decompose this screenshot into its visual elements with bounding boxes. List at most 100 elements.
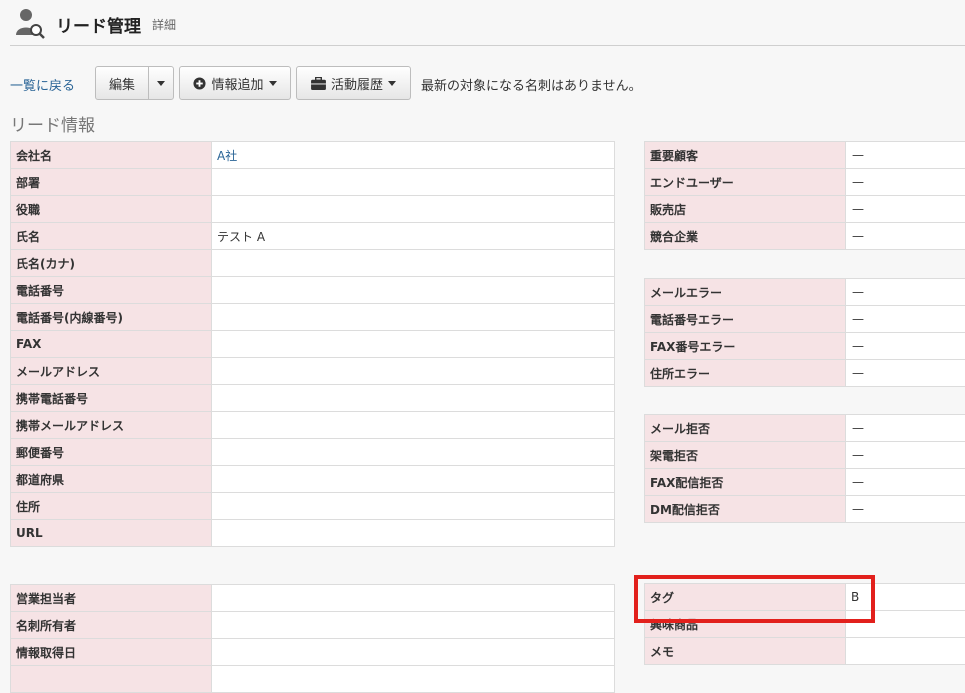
table-row: 架電拒否— — [645, 442, 965, 469]
field-label: 興味商品 — [645, 611, 846, 638]
field-value-link[interactable]: A社 — [212, 142, 615, 169]
field-label: 氏名 — [11, 223, 212, 250]
field-label: 役職 — [11, 196, 212, 223]
field-label: DM配信拒否 — [645, 496, 846, 523]
field-value — [212, 196, 615, 223]
page-header: リード管理 詳細 — [0, 0, 965, 46]
table-row: 興味商品 — [645, 611, 965, 638]
field-value: — — [846, 496, 965, 523]
edit-button[interactable]: 編集 — [95, 66, 149, 100]
table-row: 電話番号 — [11, 277, 615, 304]
table-row: 郵便番号 — [11, 439, 615, 466]
plus-circle-icon — [193, 77, 206, 90]
add-info-button[interactable]: 情報追加 — [179, 66, 291, 100]
field-value — [212, 493, 615, 520]
activity-history-button[interactable]: 活動履歴 — [296, 66, 411, 100]
table-row: 営業担当者 — [11, 585, 615, 612]
field-value — [212, 439, 615, 466]
add-info-label: 情報追加 — [211, 74, 263, 93]
field-label: タグ — [645, 584, 846, 611]
field-label: 都道府県 — [11, 466, 212, 493]
section-title: リード情報 — [10, 111, 95, 136]
table-row: メールアドレス — [11, 358, 615, 385]
page-subtitle: 詳細 — [152, 16, 176, 33]
edit-dropdown-toggle[interactable] — [148, 66, 174, 100]
table-row: 氏名テスト A — [11, 223, 615, 250]
field-label: 販売店 — [645, 196, 846, 223]
field-label: 携帯メールアドレス — [11, 412, 212, 439]
field-label: メールエラー — [645, 279, 846, 306]
user-search-icon — [14, 7, 46, 39]
field-value — [212, 331, 615, 358]
field-value — [212, 666, 615, 693]
field-value: — — [846, 415, 965, 442]
error-flags-table: メールエラー—電話番号エラー— FAX番号エラー—住所エラー— — [644, 278, 965, 387]
table-row: 会社名A社 — [11, 142, 615, 169]
field-value — [212, 358, 615, 385]
field-label: 住所 — [11, 493, 212, 520]
field-value — [212, 639, 615, 666]
table-row: メールエラー— — [645, 279, 965, 306]
table-row: エンドユーザー— — [645, 169, 965, 196]
field-label: エンドユーザー — [645, 169, 846, 196]
table-row: FAX — [11, 331, 615, 358]
field-label: FAX配信拒否 — [645, 469, 846, 496]
field-value: — — [846, 469, 965, 496]
table-row: 役職 — [11, 196, 615, 223]
table-row: メモ — [645, 638, 965, 665]
table-row — [11, 666, 615, 693]
table-row: 情報取得日 — [11, 639, 615, 666]
field-value — [212, 520, 615, 547]
table-row: 住所エラー— — [645, 360, 965, 387]
field-value: — — [846, 279, 965, 306]
field-value — [212, 412, 615, 439]
table-row: 重要顧客— — [645, 142, 965, 169]
table-row: 電話番号(内線番号) — [11, 304, 615, 331]
field-label: メモ — [645, 638, 846, 665]
field-label: 電話番号 — [11, 277, 212, 304]
table-row: 携帯電話番号 — [11, 385, 615, 412]
field-label: 携帯電話番号 — [11, 385, 212, 412]
field-label: 営業担当者 — [11, 585, 212, 612]
field-label: 電話番号(内線番号) — [11, 304, 212, 331]
field-value: — — [846, 223, 965, 250]
field-label: 会社名 — [11, 142, 212, 169]
field-label: 架電拒否 — [645, 442, 846, 469]
field-label: 住所エラー — [645, 360, 846, 387]
lead-info-table: 会社名A社部署役職氏名テスト A氏名(カナ)電話番号電話番号(内線番号)FAXメ… — [10, 141, 615, 547]
table-row: 名刺所有者 — [11, 612, 615, 639]
table-row: 競合企業— — [645, 223, 965, 250]
field-label: 部署 — [11, 169, 212, 196]
field-value: テスト A — [212, 223, 615, 250]
activity-history-label: 活動履歴 — [331, 74, 383, 93]
chevron-down-icon — [157, 81, 165, 86]
field-label: 情報取得日 — [11, 639, 212, 666]
table-row: FAX配信拒否— — [645, 469, 965, 496]
field-label: 名刺所有者 — [11, 612, 212, 639]
field-value — [212, 304, 615, 331]
field-value — [212, 385, 615, 412]
field-value — [846, 611, 965, 638]
edit-label: 編集 — [109, 74, 135, 93]
refusal-flags-table: メール拒否—架電拒否—FAX配信拒否—DM配信拒否— — [644, 414, 965, 523]
customer-type-table: 重要顧客—エンドユーザー—販売店—競合企業— — [644, 141, 965, 250]
field-label: URL — [11, 520, 212, 547]
field-label: 氏名(カナ) — [11, 250, 212, 277]
status-notice: 最新の対象になる名刺はありません。 — [421, 75, 642, 94]
field-label: FAX番号エラー — [645, 333, 846, 360]
field-value — [212, 612, 615, 639]
field-value: — — [846, 442, 965, 469]
field-label: 電話番号エラー — [645, 306, 846, 333]
briefcase-icon — [311, 77, 326, 90]
table-row: 都道府県 — [11, 466, 615, 493]
field-value — [846, 638, 965, 665]
field-label: FAX — [11, 331, 212, 358]
table-row: FAX番号エラー— — [645, 333, 965, 360]
table-row: DM配信拒否— — [645, 496, 965, 523]
field-value: B — [846, 584, 965, 611]
field-value: — — [846, 142, 965, 169]
field-value: — — [846, 196, 965, 223]
back-to-list-link[interactable]: 一覧に戻る — [10, 75, 75, 94]
chevron-down-icon — [388, 81, 396, 86]
field-label: 競合企業 — [645, 223, 846, 250]
